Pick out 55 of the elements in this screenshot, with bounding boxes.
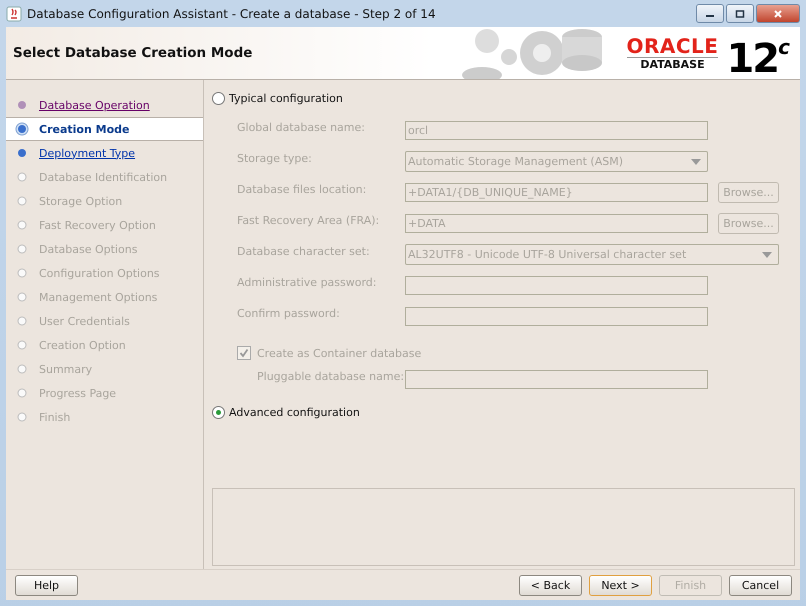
step-dot-icon: [15, 266, 29, 280]
step-item[interactable]: Creation Option: [6, 333, 203, 357]
wizard-button[interactable]: Cancel: [729, 574, 792, 596]
step-dot-icon: [15, 338, 29, 352]
step-item[interactable]: Progress Page: [6, 381, 203, 405]
help-button[interactable]: Help: [15, 574, 78, 596]
field-label: Database files location:: [237, 183, 368, 196]
checkmark-icon: [239, 348, 249, 358]
maximize-icon: [735, 10, 745, 18]
step-dot-icon: [15, 170, 29, 184]
step-dot-icon: [15, 146, 29, 160]
close-icon: [773, 10, 783, 18]
radio-option[interactable]: Advanced configuration: [212, 403, 360, 421]
step-dot-icon: [15, 98, 29, 112]
step-item[interactable]: Configuration Options: [6, 261, 203, 285]
database-label: DATABASE: [640, 58, 705, 71]
field-label: Confirm password:: [237, 307, 341, 320]
field-label: Database character set:: [237, 245, 371, 258]
field-label: Storage type:: [237, 152, 313, 165]
field-label: Administrative password:: [237, 276, 378, 289]
window-title: Database Configuration Assistant - Create a database - Step 2 of 14: [27, 6, 437, 20]
step-item[interactable]: Storage Option: [6, 189, 203, 213]
step-item[interactable]: Management Options: [6, 285, 203, 309]
wizard-button[interactable]: Next >: [589, 574, 652, 596]
step-item[interactable]: Database Options: [6, 237, 203, 261]
step-dot-icon: [15, 242, 29, 256]
step-item[interactable]: Finish: [6, 405, 203, 429]
version-label: 12$^{c}$: [726, 34, 790, 81]
step-dot-icon: [15, 410, 29, 424]
step-dot-icon: [15, 218, 29, 232]
caret-icon: [691, 158, 701, 164]
field-label: Pluggable database name:: [256, 370, 405, 383]
wizard-button[interactable]: < Back: [519, 574, 582, 596]
java-icon: [6, 6, 22, 22]
step-dot-icon: [15, 290, 29, 304]
field-label: Global database name:: [237, 121, 366, 134]
maximize-button[interactable]: [726, 4, 754, 23]
field-label: Fast Recovery Area (FRA):: [237, 214, 380, 227]
step-dot-icon: [15, 314, 29, 328]
step-item[interactable]: Deployment Type: [6, 141, 203, 165]
minimize-button[interactable]: [696, 4, 724, 23]
oracle-logo: ORACLE: [626, 35, 718, 58]
step-dot-icon: [15, 386, 29, 400]
step-dot-icon: [15, 194, 29, 208]
step-dot-icon: [15, 122, 29, 136]
step-dot-icon: [15, 362, 29, 376]
step-item[interactable]: Database Identification: [6, 165, 203, 189]
step-item[interactable]: Summary: [6, 357, 203, 381]
close-button[interactable]: [756, 4, 800, 23]
caret-icon: [762, 252, 772, 258]
step-item[interactable]: User Credentials: [6, 309, 203, 333]
step-item[interactable]: Database Operation: [6, 93, 203, 117]
step-item[interactable]: Fast Recovery Option: [6, 213, 203, 237]
step-item[interactable]: Creation Mode: [6, 117, 203, 141]
page-title: Select Database Creation Mode: [13, 45, 254, 61]
